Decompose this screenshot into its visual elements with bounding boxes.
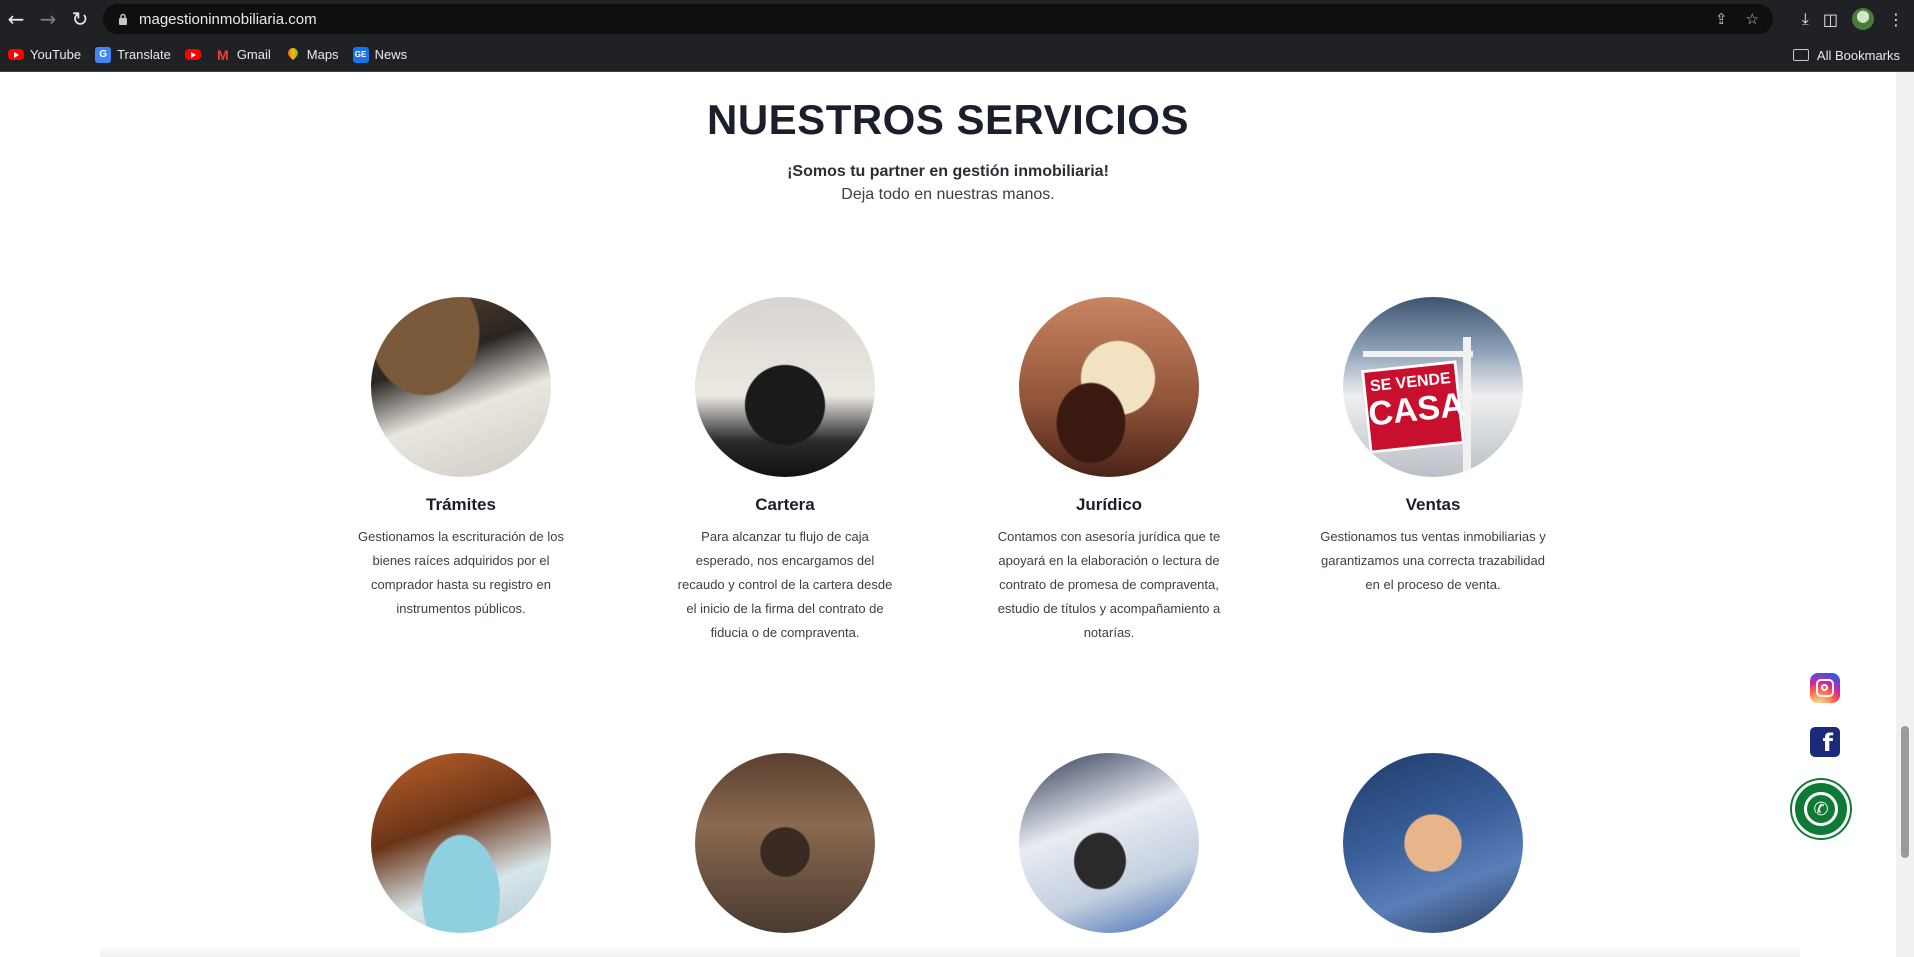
service-card-ventas: SE VENDE CASA Ventas Gestionamos tus ven… (1313, 297, 1553, 597)
bookmark-youtube[interactable]: YouTube (8, 38, 81, 72)
whatsapp-icon: ✆ (1804, 792, 1838, 826)
bookmark-star-icon[interactable]: ☆ (1746, 10, 1759, 28)
back-button[interactable]: ← (0, 0, 32, 38)
translate-icon: G (95, 46, 112, 63)
browser-toolbar: ← → ↻ magestioninmobiliaria.com ⇪ ☆ ⤓ ◫ … (0, 0, 1914, 38)
maps-icon (285, 47, 301, 63)
service-title: Trámites (426, 495, 496, 514)
service-image (1019, 753, 1199, 933)
folder-icon (1792, 49, 1809, 61)
profile-avatar[interactable] (1852, 8, 1874, 30)
service-card-cartera: Cartera Para alcanzar tu flujo de caja e… (665, 297, 905, 645)
whatsapp-button[interactable]: ✆ (1792, 780, 1850, 838)
bookmark-youtube-2[interactable] (184, 38, 201, 72)
bookmark-gmail[interactable]: M Gmail (215, 38, 271, 72)
news-icon: GE (352, 46, 369, 63)
service-card-6 (665, 753, 905, 933)
service-description: Gestionamos la escrituración de los bien… (358, 529, 564, 616)
cartera-image (695, 297, 875, 477)
instagram-button[interactable] (1810, 673, 1840, 703)
service-image (1343, 753, 1523, 933)
service-image (371, 753, 551, 933)
page-scrollbar[interactable] (1896, 72, 1914, 957)
youtube-icon (8, 49, 24, 60)
service-card-7 (989, 753, 1229, 933)
reload-button[interactable]: ↻ (64, 0, 96, 38)
youtube-icon (184, 49, 201, 60)
service-card-tramites: Trámites Gestionamos la escrituración de… (341, 297, 581, 621)
section-subtitle: Deja todo en nuestras manos. (841, 186, 1055, 203)
share-icon[interactable]: ⇪ (1715, 10, 1728, 28)
lock-icon (117, 12, 129, 26)
side-panel-icon[interactable]: ◫ (1823, 10, 1838, 29)
service-card-juridico: Jurídico Contamos con asesoría jurídica … (989, 297, 1229, 645)
ventas-image: SE VENDE CASA (1343, 297, 1523, 477)
service-title: Cartera (755, 495, 815, 514)
menu-kebab-icon[interactable]: ⋮ (1888, 10, 1904, 29)
tramites-image (371, 297, 551, 477)
download-icon[interactable]: ⤓ (1802, 9, 1809, 29)
forward-button[interactable]: → (32, 0, 64, 38)
facebook-button[interactable]: f (1810, 727, 1840, 757)
section-title: NUESTROS SERVICIOS (707, 96, 1189, 143)
service-description: Contamos con asesoría jurídica que te ap… (997, 529, 1221, 640)
section-tagline: ¡Somos tu partner en gestión inmobiliari… (787, 163, 1109, 180)
service-image (695, 753, 875, 933)
juridico-image (1019, 297, 1199, 477)
instagram-icon (1816, 679, 1834, 697)
for-sale-sign: SE VENDE CASA (1360, 360, 1466, 454)
service-title: Jurídico (1075, 495, 1143, 514)
url-text: magestioninmobiliaria.com (139, 10, 317, 28)
service-card-8 (1313, 753, 1553, 933)
service-description: Gestionamos tus ventas inmobiliarias y g… (1320, 529, 1546, 592)
bookmark-news[interactable]: GE News (352, 38, 407, 72)
page-content: NUESTROS SERVICIOS ¡Somos tu partner en … (0, 72, 1914, 957)
bookmarks-bar: YouTube G Translate M Gmail Maps GE News… (0, 38, 1914, 72)
bookmark-maps[interactable]: Maps (285, 38, 339, 72)
scrollbar-thumb[interactable] (1901, 726, 1909, 858)
service-card-5 (341, 753, 581, 933)
bookmark-translate[interactable]: G Translate (95, 38, 171, 72)
address-bar[interactable]: magestioninmobiliaria.com ⇪ ☆ (103, 4, 1773, 34)
all-bookmarks-button[interactable]: All Bookmarks (1792, 38, 1900, 72)
gmail-icon: M (216, 46, 229, 63)
service-title: Ventas (1405, 495, 1461, 514)
service-description: Para alcanzar tu flujo de caja esperado,… (677, 529, 893, 640)
facebook-icon: f (1822, 729, 1833, 757)
